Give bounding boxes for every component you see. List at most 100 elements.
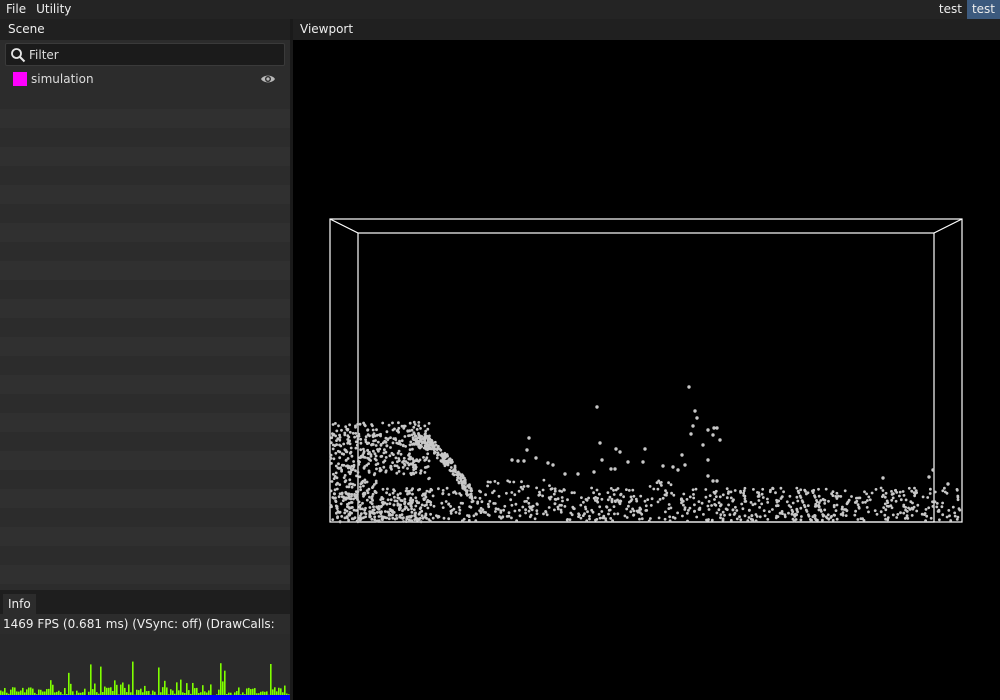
filter-input[interactable] — [29, 47, 269, 62]
particle — [570, 491, 574, 495]
particle — [832, 505, 836, 509]
particle — [588, 517, 591, 521]
menu-utility[interactable]: Utility — [30, 0, 75, 19]
graph-bar — [252, 688, 254, 695]
particle — [754, 519, 758, 523]
particle — [402, 472, 406, 476]
particle — [346, 434, 350, 438]
particle — [639, 494, 643, 498]
particle — [553, 489, 557, 493]
menu-tag-test-active[interactable]: test — [966, 0, 1000, 19]
particle — [460, 482, 464, 485]
particle — [368, 506, 372, 509]
graph-bar — [98, 693, 100, 695]
particle — [706, 428, 710, 432]
scene-item-simulation[interactable]: simulation — [0, 69, 290, 89]
particle — [729, 490, 733, 494]
particle — [459, 501, 463, 505]
particle — [397, 421, 400, 425]
particle — [420, 445, 423, 448]
particle — [334, 500, 338, 503]
particle — [610, 500, 614, 504]
particle — [364, 435, 368, 439]
menu-tag-test[interactable]: test — [934, 0, 967, 19]
particle — [358, 505, 362, 509]
particle — [864, 500, 867, 504]
graph-bar — [124, 687, 126, 695]
particle — [431, 516, 435, 520]
particle — [412, 468, 416, 472]
particle — [676, 511, 679, 515]
particle — [647, 519, 651, 523]
particle — [885, 504, 889, 508]
particle — [791, 501, 795, 505]
particle — [453, 490, 457, 494]
particle — [845, 502, 849, 506]
particle — [358, 422, 362, 426]
particle — [335, 505, 339, 508]
viewport-title: Viewport — [293, 19, 1000, 40]
menu-file[interactable]: File — [0, 0, 30, 19]
particle — [343, 508, 347, 512]
particle — [494, 510, 497, 513]
particle — [821, 518, 824, 522]
particle — [427, 518, 431, 521]
particle — [843, 489, 847, 493]
particle — [407, 518, 411, 522]
particle — [823, 502, 827, 505]
graph-bar — [254, 688, 256, 695]
particle — [713, 498, 716, 501]
particle — [895, 516, 899, 519]
particle — [343, 511, 347, 515]
particle — [533, 517, 537, 521]
particle — [435, 456, 439, 460]
particle — [807, 514, 811, 518]
particle — [525, 448, 529, 452]
particle — [831, 490, 835, 493]
particle — [484, 493, 487, 497]
particle — [453, 466, 457, 469]
graph-bar — [270, 663, 272, 695]
particle — [702, 513, 705, 516]
particle — [845, 509, 849, 512]
eye-icon[interactable] — [260, 72, 276, 86]
particle — [833, 513, 836, 517]
viewport-canvas[interactable] — [293, 40, 1000, 700]
particle — [417, 518, 421, 522]
particle — [403, 463, 407, 467]
particle — [510, 491, 514, 494]
graph-bar — [142, 692, 144, 695]
particle — [449, 512, 453, 515]
particle — [425, 516, 428, 520]
particle — [718, 495, 722, 499]
particle — [824, 487, 828, 491]
particle — [375, 519, 379, 523]
particle — [377, 515, 381, 518]
particle — [399, 443, 402, 446]
particle — [739, 518, 743, 522]
color-swatch[interactable] — [13, 72, 27, 86]
particle — [705, 518, 708, 522]
particle — [890, 506, 894, 510]
particle — [743, 486, 747, 490]
particle — [771, 508, 774, 511]
particle — [473, 496, 477, 499]
particle — [638, 506, 642, 510]
particle — [400, 439, 404, 443]
particle — [344, 425, 348, 429]
tab-info[interactable]: Info — [3, 594, 36, 614]
particle — [393, 464, 397, 468]
particle — [693, 509, 696, 513]
scene-filter[interactable] — [5, 43, 285, 66]
particle — [823, 508, 827, 512]
particle — [363, 508, 367, 512]
particle — [835, 517, 839, 521]
particle — [734, 505, 737, 509]
particle — [391, 491, 395, 495]
particle — [423, 466, 427, 469]
particle — [514, 502, 518, 506]
particle — [553, 508, 556, 512]
graph-bar — [184, 693, 186, 695]
particle — [811, 515, 815, 519]
particle — [562, 488, 566, 491]
